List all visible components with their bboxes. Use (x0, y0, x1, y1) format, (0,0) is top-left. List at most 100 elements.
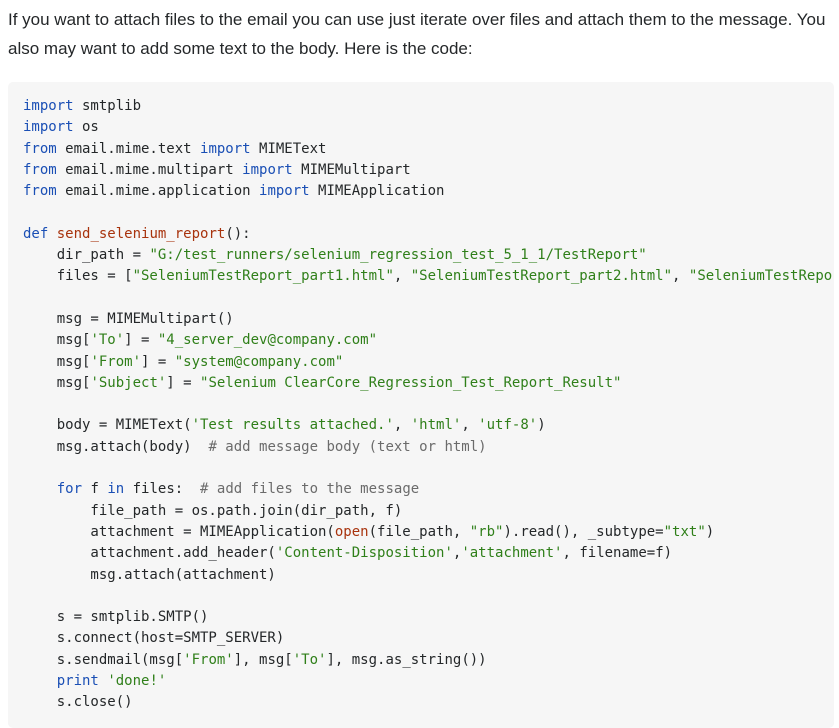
code-token-kw: import (23, 98, 74, 114)
code-token-str: "system@company.com" (174, 353, 344, 370)
code-token-kw: in (107, 481, 125, 498)
code-token-str: "G:/test_runners/selenium_regression_tes… (149, 247, 647, 264)
code-token-kw: def (23, 225, 49, 242)
code-line: from email.mime.multipart import MIMEMul… (23, 160, 834, 181)
code-token-pl: s = smtplib.SMTP() (23, 609, 209, 626)
code-token-pl: (file_path, (368, 523, 470, 540)
code-token-kw: for (56, 481, 83, 498)
code-token-pl: ], msg.as_string()) (326, 651, 487, 668)
code-token-pl: (): (225, 225, 251, 242)
code-token-pl: msg[ (23, 374, 91, 391)
code-token-pl: f (82, 481, 108, 498)
code-token-pl: os (73, 119, 99, 136)
code-token-str: "txt" (663, 523, 706, 540)
code-token-pl: file_path = os.path.join(dir_path, f) (23, 502, 403, 519)
code-listing: import smtplib import os from email.mime.t… (23, 96, 834, 714)
code-line: dir_path = "G:/test_runners/selenium_reg… (23, 245, 834, 266)
code-token-str: 'attachment' (461, 545, 563, 562)
code-token-kw: from (23, 161, 57, 178)
code-token-str: 'From' (183, 651, 234, 668)
code-line: attachment = MIMEApplication(open(file_p… (23, 522, 834, 543)
code-token-pl: msg.attach(body) (23, 438, 209, 455)
code-token-str: 'html' (410, 417, 462, 434)
code-token-pl: email.mime.text (56, 140, 201, 157)
code-token-str: "rb" (469, 523, 504, 540)
code-token-kw: import (23, 119, 74, 136)
code-token-pl: body = MIMEText( (23, 417, 192, 434)
code-line: msg.attach(body) # add message body (tex… (23, 437, 834, 458)
code-line: body = MIMEText('Test results attached.'… (23, 415, 834, 436)
code-line: msg['Subject'] = "Selenium ClearCore_Reg… (23, 373, 834, 394)
code-token-str: "Selenium ClearCore_Regression_Test_Repo… (200, 374, 622, 391)
code-token-kw: import (242, 161, 293, 178)
code-token-pl: ] = (166, 374, 201, 391)
code-token-pl: , (393, 417, 411, 434)
code-line: def send_selenium_report(): (23, 224, 834, 245)
code-token-str: "SeleniumTestReport_part2.html" (410, 268, 673, 285)
code-token-pl: MIMEApplication (309, 183, 445, 200)
code-token-cm: # add message body (text or html) (208, 438, 487, 455)
code-line: from email.mime.text import MIMEText (23, 139, 834, 160)
code-token-str: 'done!' (107, 673, 167, 690)
code-line: s.connect(host=SMTP_SERVER) (23, 628, 834, 649)
answer-intro-text: If you want to attach files to the email… (8, 10, 826, 58)
code-token-kw: from (23, 140, 57, 157)
code-line: file_path = os.path.join(dir_path, f) (23, 501, 834, 522)
code-token-pl: smtplib (73, 98, 142, 114)
code-token-pl: ) (537, 417, 546, 434)
code-token-kw: from (23, 183, 57, 200)
code-token-pl: attachment.add_header( (23, 545, 276, 562)
code-token-pl: files = [ (23, 268, 133, 285)
code-line: attachment.add_header('Content-Dispositi… (23, 543, 834, 564)
code-token-pl: files: (124, 481, 201, 498)
code-token-pl: , (461, 417, 479, 434)
code-line: from email.mime.application import MIMEA… (23, 181, 834, 202)
code-token-pl: , (393, 268, 411, 285)
code-token-pl: ], msg[ (233, 651, 293, 668)
code-token-pl: ] = (141, 353, 175, 370)
code-token-str: "SeleniumTestReport_part3.html" (688, 268, 834, 285)
code-line: msg['To'] = "4_server_dev@company.com" (23, 330, 834, 351)
code-token-pl: msg[ (23, 353, 91, 370)
code-token-str: 'utf-8' (478, 417, 538, 434)
code-token-str: "4_server_dev@company.com" (157, 332, 378, 349)
code-token-pl: s.connect(host=SMTP_SERVER) (23, 630, 285, 647)
code-line: for f in files: # add files to the messa… (23, 479, 834, 500)
code-token-kw: print (56, 673, 99, 690)
code-line: print 'done!' (23, 671, 834, 692)
code-line: s = smtplib.SMTP() (23, 607, 834, 628)
code-token-fn: send_selenium_report (56, 225, 226, 242)
code-token-pl: s.close() (23, 694, 133, 711)
code-line: import smtplib (23, 96, 834, 117)
code-line: s.close() (23, 692, 834, 713)
code-token-fn: open (334, 523, 369, 540)
code-token-pl: MIMEText (250, 140, 327, 157)
code-block[interactable]: import smtplib import os from email.mime.t… (8, 82, 834, 728)
code-token-str: 'Test results attached.' (191, 417, 394, 434)
code-token-pl: msg[ (23, 332, 91, 349)
code-token-pl: attachment = MIMEApplication( (23, 523, 335, 540)
code-token-pl: ).read(), _subtype= (503, 523, 664, 540)
code-token-str: 'From' (90, 353, 142, 370)
code-token-pl: msg.attach(attachment) (23, 566, 276, 583)
code-token-pl: , (672, 268, 689, 285)
code-token-str: "SeleniumTestReport_part1.html" (132, 268, 394, 285)
code-token-pl: msg = MIMEMultipart() (23, 310, 234, 327)
code-token-pl: s.sendmail(msg[ (23, 651, 184, 668)
code-token-kw: import (259, 183, 310, 200)
code-token-pl: MIMEMultipart (292, 161, 411, 178)
code-token-str: 'To' (292, 651, 327, 668)
code-token-pl: , filename=f) (562, 545, 673, 562)
code-line: s.sendmail(msg['From'], msg['To'], msg.a… (23, 650, 834, 671)
code-token-str: 'Subject' (90, 374, 167, 391)
code-token-pl: dir_path = (23, 247, 150, 264)
code-token-cm: # add files to the message (200, 481, 420, 498)
code-token-str: 'Content-Disposition' (275, 545, 453, 562)
